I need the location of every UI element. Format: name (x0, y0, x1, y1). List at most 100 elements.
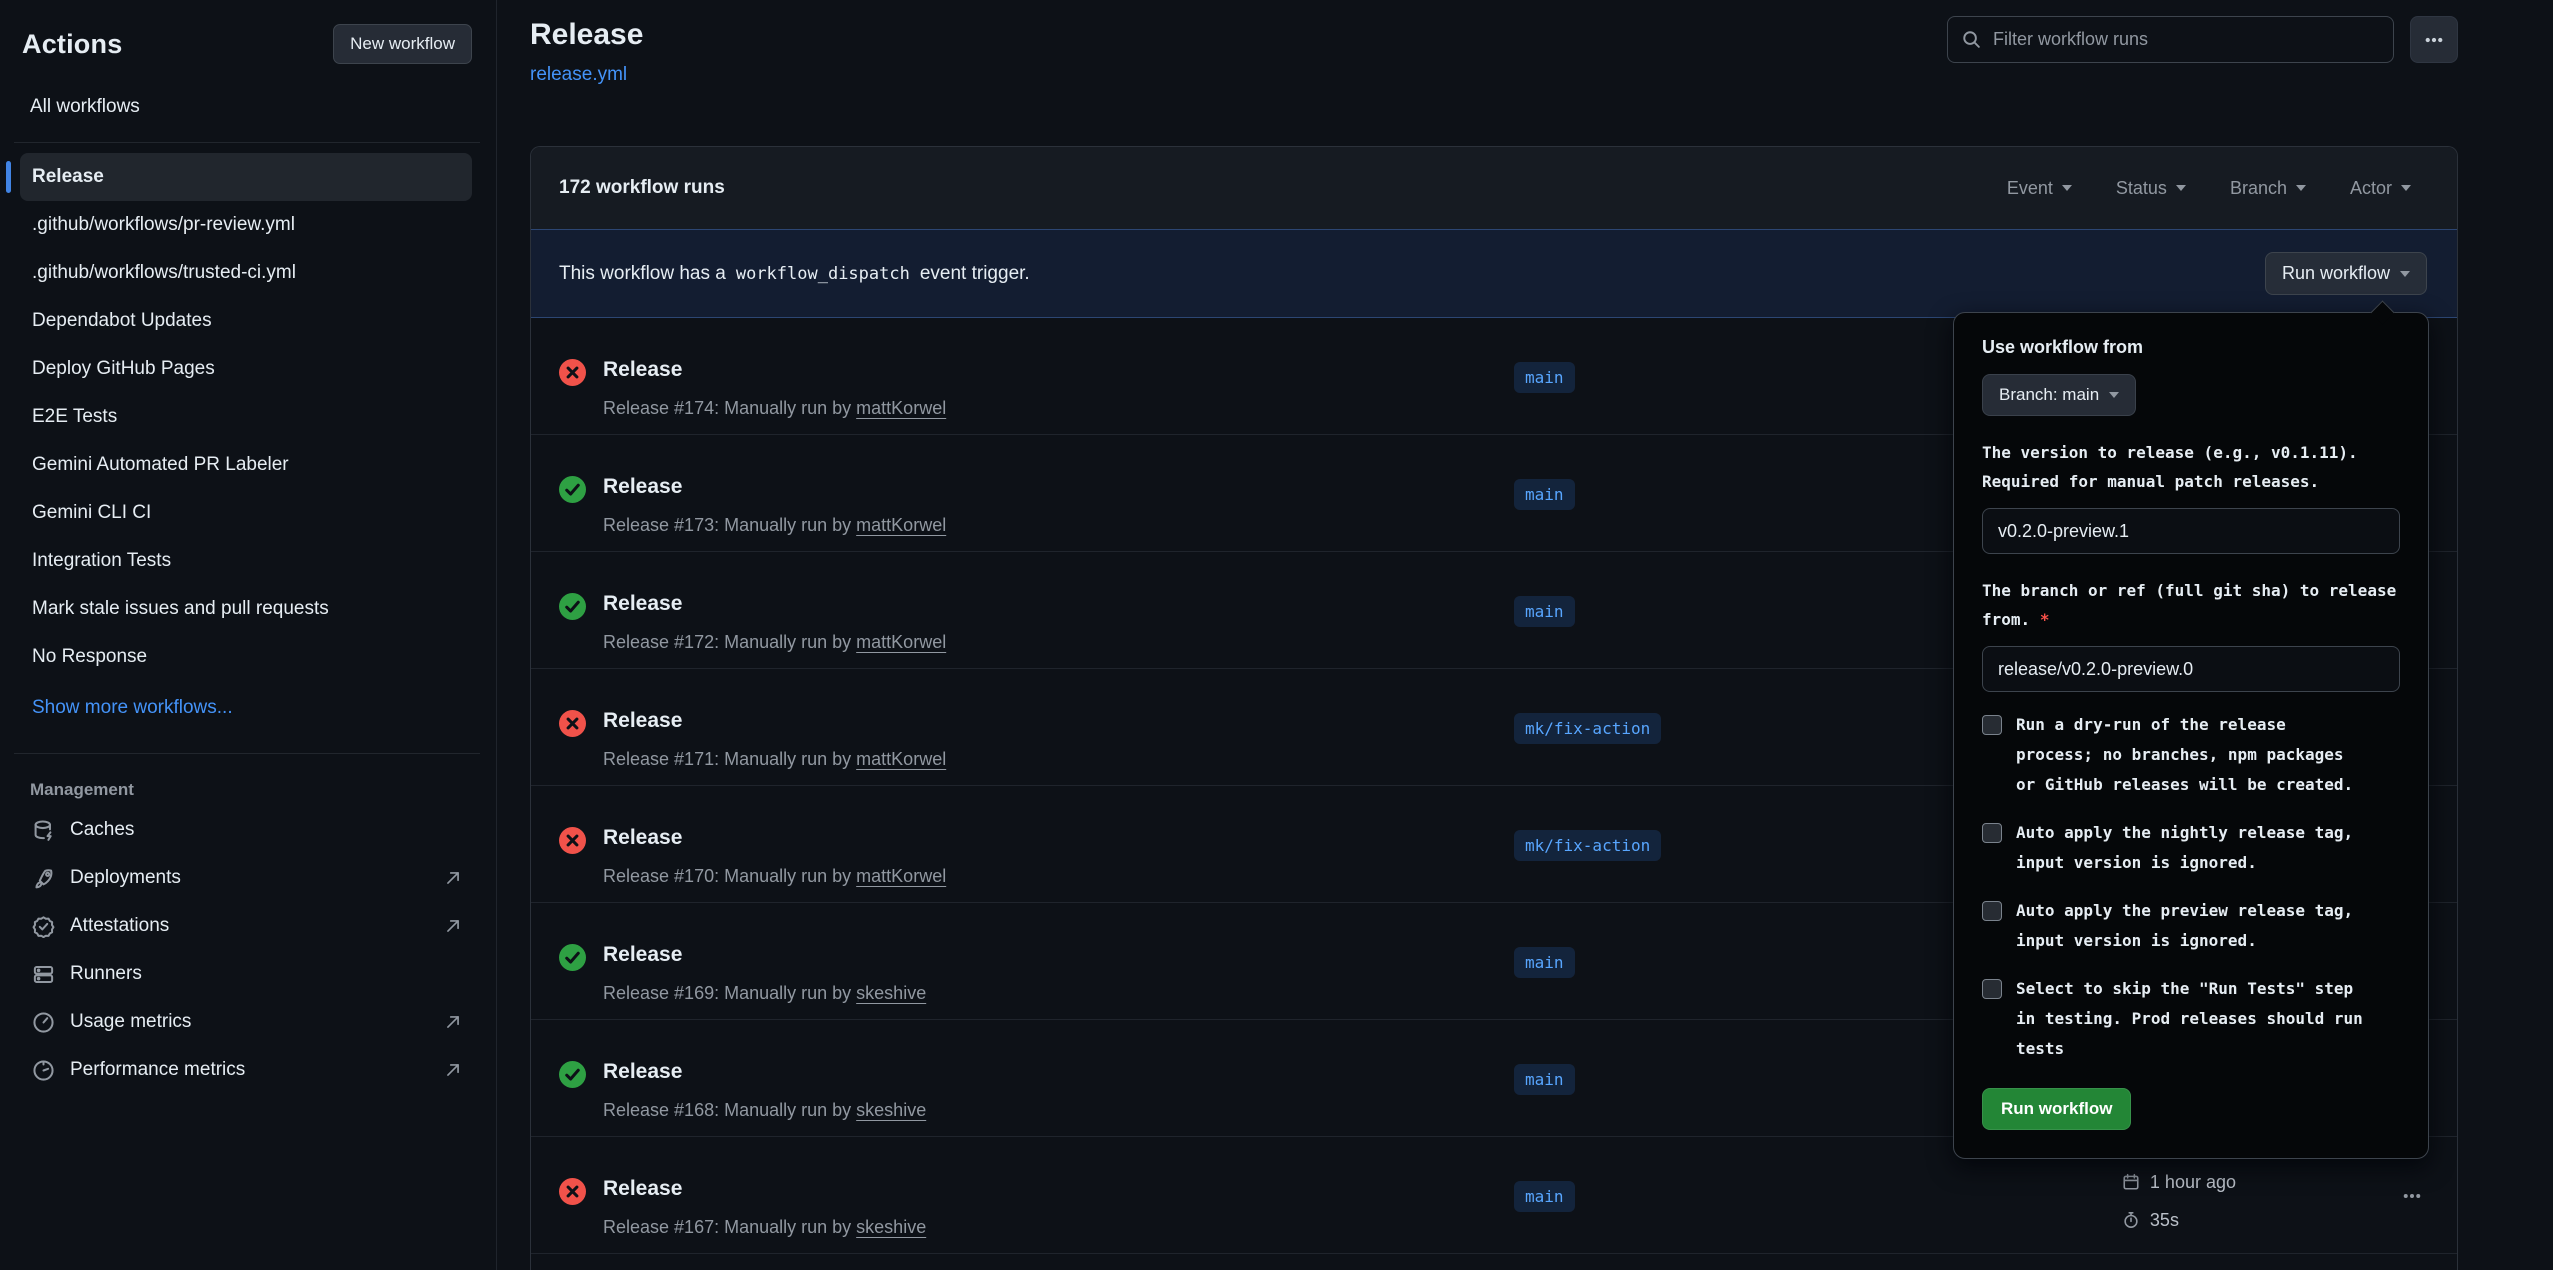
run-title-link[interactable]: Release (603, 358, 682, 382)
sidebar-item-all-workflows[interactable]: All workflows (30, 96, 472, 118)
run-title-link[interactable]: Release (603, 592, 682, 616)
actor-link[interactable]: skeshive (856, 983, 926, 1003)
branch-badge[interactable]: main (1514, 1181, 1575, 1212)
branch-badge[interactable]: main (1514, 596, 1575, 627)
sidebar-title: Actions (22, 29, 122, 60)
actor-link[interactable]: mattKorwel (856, 398, 946, 418)
run-filters: Event Status Branch Actor (2007, 178, 2411, 199)
run-workflow-dropdown-button[interactable]: Run workflow (2265, 252, 2427, 295)
actions-page: Actions New workflow All workflows Relea… (0, 0, 2553, 1270)
banner-text: This workflow has a (559, 263, 726, 285)
filter-dropdown-status[interactable]: Status (2116, 178, 2186, 199)
calendar-icon (2122, 1173, 2140, 1191)
run-options-kebab-button[interactable] (2397, 1181, 2427, 1211)
sidebar-item-e2e-tests[interactable]: E2E Tests (20, 393, 472, 441)
sidebar-item--github-workflows-pr-review-yml[interactable]: .github/workflows/pr-review.yml (20, 201, 472, 249)
chevron-down-icon (2296, 185, 2306, 191)
sidebar-item-gemini-cli-ci[interactable]: Gemini CLI CI (20, 489, 472, 537)
goal-icon (32, 1059, 55, 1082)
failure-icon (559, 359, 586, 386)
actor-link[interactable]: skeshive (856, 1100, 926, 1120)
version-input[interactable] (1982, 508, 2400, 554)
branch-badge[interactable]: main (1514, 1064, 1575, 1095)
run-title-link[interactable]: Release (603, 943, 682, 967)
workflow-options-kebab-button[interactable] (2410, 16, 2458, 63)
sidebar-item-integration-tests[interactable]: Integration Tests (20, 537, 472, 585)
popover-title: Use workflow from (1982, 337, 2400, 358)
workflow-list: Release .github/workflows/pr-review.yml … (22, 153, 472, 681)
sidebar-item-gemini-automated-pr-labeler[interactable]: Gemini Automated PR Labeler (20, 441, 472, 489)
run-time: 1 hour ago (2150, 1172, 2236, 1193)
search-icon (1962, 30, 1981, 49)
cache-icon (32, 819, 55, 842)
server-icon (32, 963, 55, 986)
search-input[interactable] (1993, 29, 2379, 50)
management-item-performance-metrics[interactable]: Performance metrics (22, 1046, 472, 1094)
run-description: Release #171: Manually run by mattKorwel (603, 749, 946, 770)
required-asterisk: * (2040, 610, 2050, 629)
management-list: Caches Deployments Attestations Runners … (22, 806, 472, 1094)
checkbox-row: Auto apply the nightly release tag, inpu… (1982, 818, 2400, 878)
checkbox[interactable] (1982, 979, 2002, 999)
verified-icon (32, 915, 55, 938)
ref-input[interactable] (1982, 646, 2400, 692)
branch-badge[interactable]: main (1514, 479, 1575, 510)
run-title-link[interactable]: Release (603, 475, 682, 499)
sidebar-item-mark-stale-issues-and-pull-requests[interactable]: Mark stale issues and pull requests (20, 585, 472, 633)
actor-link[interactable]: skeshive (856, 1217, 926, 1237)
actor-link[interactable]: mattKorwel (856, 632, 946, 652)
run-description: Release #174: Manually run by mattKorwel (603, 398, 946, 419)
run-title-link[interactable]: Release (603, 1060, 682, 1084)
sidebar-item-deploy-github-pages[interactable]: Deploy GitHub Pages (20, 345, 472, 393)
show-more-workflows-link[interactable]: Show more workflows... (32, 687, 472, 729)
external-link-arrow-icon (444, 1061, 462, 1079)
new-workflow-button[interactable]: New workflow (333, 24, 472, 64)
sidebar-item-no-response[interactable]: No Response (20, 633, 472, 681)
success-icon (559, 944, 586, 971)
chevron-down-icon (2401, 185, 2411, 191)
branch-badge[interactable]: main (1514, 947, 1575, 978)
banner-code: workflow_dispatch (736, 264, 910, 284)
branch-badge[interactable]: mk/fix-action (1514, 713, 1661, 744)
workflow-file-link[interactable]: release.yml (530, 64, 627, 86)
filter-dropdown-actor[interactable]: Actor (2350, 178, 2411, 199)
ref-input-description: The branch or ref (full git sha) to rele… (1982, 576, 2400, 634)
run-workflow-popover: Use workflow from Branch: main The versi… (1953, 312, 2429, 1159)
failure-icon (559, 1178, 586, 1205)
failure-icon (559, 827, 586, 854)
option-checkboxes: Run a dry-run of the release process; no… (1982, 710, 2400, 1064)
actor-link[interactable]: mattKorwel (856, 866, 946, 886)
management-section-label: Management (30, 780, 472, 800)
run-workflow-submit-button[interactable]: Run workflow (1982, 1088, 2131, 1130)
sidebar-divider (14, 142, 480, 143)
page-title: Release (530, 18, 643, 52)
management-item-runners[interactable]: Runners (22, 950, 472, 998)
filter-workflow-runs-searchbox[interactable] (1947, 16, 2394, 63)
filter-dropdown-event[interactable]: Event (2007, 178, 2072, 199)
management-item-deployments[interactable]: Deployments (22, 854, 472, 902)
run-title-link[interactable]: Release (603, 1177, 682, 1201)
external-link-arrow-icon (444, 1013, 462, 1031)
rocket-icon (32, 867, 55, 890)
actor-link[interactable]: mattKorwel (856, 749, 946, 769)
checkbox-label: Run a dry-run of the release process; no… (2016, 710, 2369, 800)
sidebar-item-release[interactable]: Release (20, 153, 472, 201)
actor-link[interactable]: mattKorwel (856, 515, 946, 535)
filter-dropdown-branch[interactable]: Branch (2230, 178, 2306, 199)
branch-badge[interactable]: main (1514, 362, 1575, 393)
management-item-usage-metrics[interactable]: Usage metrics (22, 998, 472, 1046)
management-item-attestations[interactable]: Attestations (22, 902, 472, 950)
checkbox[interactable] (1982, 823, 2002, 843)
checkbox[interactable] (1982, 715, 2002, 735)
sidebar-item-dependabot-updates[interactable]: Dependabot Updates (20, 297, 472, 345)
run-title-link[interactable]: Release (603, 826, 682, 850)
checkbox[interactable] (1982, 901, 2002, 921)
branch-select-button[interactable]: Branch: main (1982, 374, 2136, 416)
run-title-link[interactable]: Release (603, 709, 682, 733)
run-description: Release #169: Manually run by skeshive (603, 983, 926, 1004)
branch-badge[interactable]: mk/fix-action (1514, 830, 1661, 861)
chevron-down-icon (2400, 271, 2410, 277)
banner-text: event trigger. (920, 263, 1030, 285)
sidebar-item--github-workflows-trusted-ci-yml[interactable]: .github/workflows/trusted-ci.yml (20, 249, 472, 297)
management-item-caches[interactable]: Caches (22, 806, 472, 854)
